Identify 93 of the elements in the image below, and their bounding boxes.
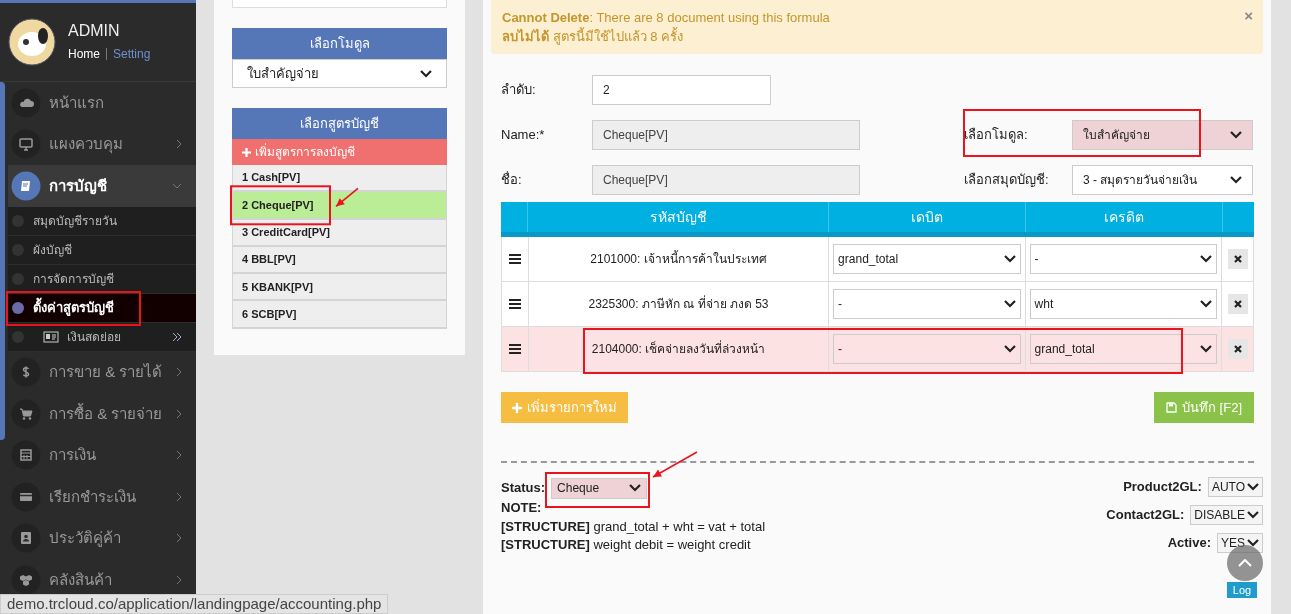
credit-card-icon (11, 481, 41, 512)
plus-icon (512, 402, 522, 413)
drag-handle-icon[interactable] (508, 344, 521, 354)
chevron-down-icon (1230, 176, 1242, 184)
chevron-down-icon (1003, 255, 1016, 263)
delete-button[interactable] (1227, 339, 1248, 359)
table-select[interactable]: - (833, 334, 1021, 364)
sidebar-item[interactable]: การซื้อ & รายจ่าย (8, 393, 196, 435)
sidebar-item[interactable]: แผงควบคุม (8, 123, 196, 165)
chevron-down-icon (1230, 131, 1242, 139)
table-select[interactable]: - (833, 289, 1021, 319)
table-select[interactable]: grand_total (1029, 334, 1218, 364)
formula-item[interactable]: 5 KBANK[PV] (232, 274, 447, 302)
submenu-item[interactable]: สมุดบัญชีรายวัน (8, 206, 196, 236)
chevron-down-icon (420, 69, 432, 78)
close-icon (1233, 255, 1242, 263)
column-header: เครดิต (1026, 202, 1223, 232)
formula-item[interactable]: 4 BBL[PV] (232, 246, 447, 275)
table-select[interactable]: - (1029, 244, 1218, 274)
table-cell: 2325300: ภาษีหัก ณ ที่จ่าย ภงด 53 (588, 295, 769, 313)
field-label: Product2GL: (1123, 478, 1202, 497)
chevron-down-icon (1003, 345, 1016, 353)
close-icon (1233, 300, 1242, 308)
structure-text: [STRUCTURE] weight debit = weight credit (501, 536, 752, 554)
dollar-icon (11, 357, 41, 388)
avatar-icon (8, 18, 56, 66)
module-select[interactable]: ใบสำคัญจ่าย (1072, 120, 1253, 150)
field-label: เลือกสมุดบัญชี: (964, 171, 1050, 190)
plus-icon (242, 147, 251, 157)
field-label: ชื่อ: (501, 170, 523, 190)
header-link[interactable]: Setting (113, 45, 151, 63)
chevron-down-icon (1200, 300, 1213, 308)
column-header: เดบิต (829, 202, 1026, 232)
field-label: Contact2GL: (1106, 506, 1185, 525)
user-name: ADMIN (68, 21, 121, 41)
drag-handle-icon[interactable] (508, 254, 521, 264)
close-icon (1233, 345, 1242, 353)
module-select[interactable]: ใบสำคัญจ่าย (232, 59, 447, 88)
column-header: รหัสบัญชี (528, 202, 829, 232)
table-select[interactable]: wht (1029, 289, 1218, 319)
field-label: เลือกโมดูล: (964, 126, 1029, 145)
submenu-item[interactable]: ตั้งค่าสูตรบัญชี (8, 293, 196, 323)
formula-item[interactable]: 6 SCB[PV] (232, 301, 447, 329)
sidebar-item[interactable]: การบัญชี (8, 165, 196, 207)
delete-button[interactable] (1227, 294, 1248, 314)
calendar-icon (11, 440, 41, 471)
chevron-up-icon (1238, 559, 1252, 567)
table-cell: 2101000: เจ้าหนี้การค้าในประเทศ (590, 250, 767, 268)
field-label: ลำดับ: (501, 81, 537, 100)
monitor-icon (11, 129, 41, 160)
chevron-down-icon (1247, 539, 1259, 547)
header-link[interactable]: Home (68, 45, 100, 63)
contact-icon (11, 523, 41, 554)
field-label: Name:* (501, 126, 546, 145)
sidebar-item[interactable]: เรียกชำระเงิน (8, 476, 196, 518)
cloud-icon (11, 87, 41, 118)
chevron-down-icon (1247, 483, 1259, 491)
panel-header: เลือกสูตรบัญชี (232, 108, 447, 139)
note-label: NOTE: (501, 499, 543, 517)
sidebar-item[interactable]: หน้าแรก (8, 82, 196, 124)
drag-handle-icon[interactable] (508, 299, 521, 309)
book-icon (11, 170, 41, 201)
submenu-item[interactable]: ผังบัญชี (8, 235, 196, 265)
id-card-icon (43, 330, 59, 343)
journal-select[interactable]: 3 - สมุดรายวันจ่ายเงิน (1072, 165, 1253, 195)
table-select[interactable]: grand_total (833, 244, 1021, 274)
url-status-tooltip: demo.trcloud.co/application/landingpage/accounting.php (0, 594, 389, 614)
chevron-down-icon (1003, 300, 1016, 308)
field-label: Active: (1167, 534, 1211, 553)
bullet-icon (11, 300, 25, 315)
cart-icon (11, 398, 41, 429)
chevron-down-icon (1200, 255, 1213, 263)
panel-header: เลือกโมดูล (232, 28, 447, 59)
alert-text: ลบไม่ได้ สูตรนี้มีใช้ไปแล้ว 8 ครั้ง (502, 27, 684, 46)
formula-item[interactable]: 1 Cash[PV] (232, 165, 447, 193)
delete-button[interactable] (1227, 249, 1248, 269)
sidebar-item[interactable]: ประวัติคู่ค้า (8, 517, 196, 559)
table-cell: 2104000: เช็คจ่ายลงวันที่ล่วงหน้า (591, 340, 766, 358)
structure-text: [STRUCTURE] grand_total + wht = vat + total (501, 517, 766, 536)
setting-select[interactable]: AUTO (1207, 477, 1263, 497)
chevron-down-icon (1200, 345, 1213, 353)
input-field[interactable] (232, 0, 447, 8)
sidebar-item[interactable]: การขาย & รายได้ (8, 351, 196, 393)
boxes-icon (11, 564, 41, 595)
field-label: Status: (501, 478, 546, 497)
status-select[interactable]: Cheque (551, 477, 648, 499)
sidebar-item[interactable]: การเงิน (8, 434, 196, 476)
chevron-down-icon (629, 484, 642, 492)
alert-text: Cannot Delete: There are 8 document using this formula (502, 9, 830, 27)
setting-select[interactable]: DISABLE (1190, 505, 1263, 525)
formula-item[interactable]: 2 Cheque[PV] (232, 192, 447, 220)
input-field[interactable]: 2 (592, 75, 771, 105)
chevron-down-icon (1247, 511, 1259, 519)
